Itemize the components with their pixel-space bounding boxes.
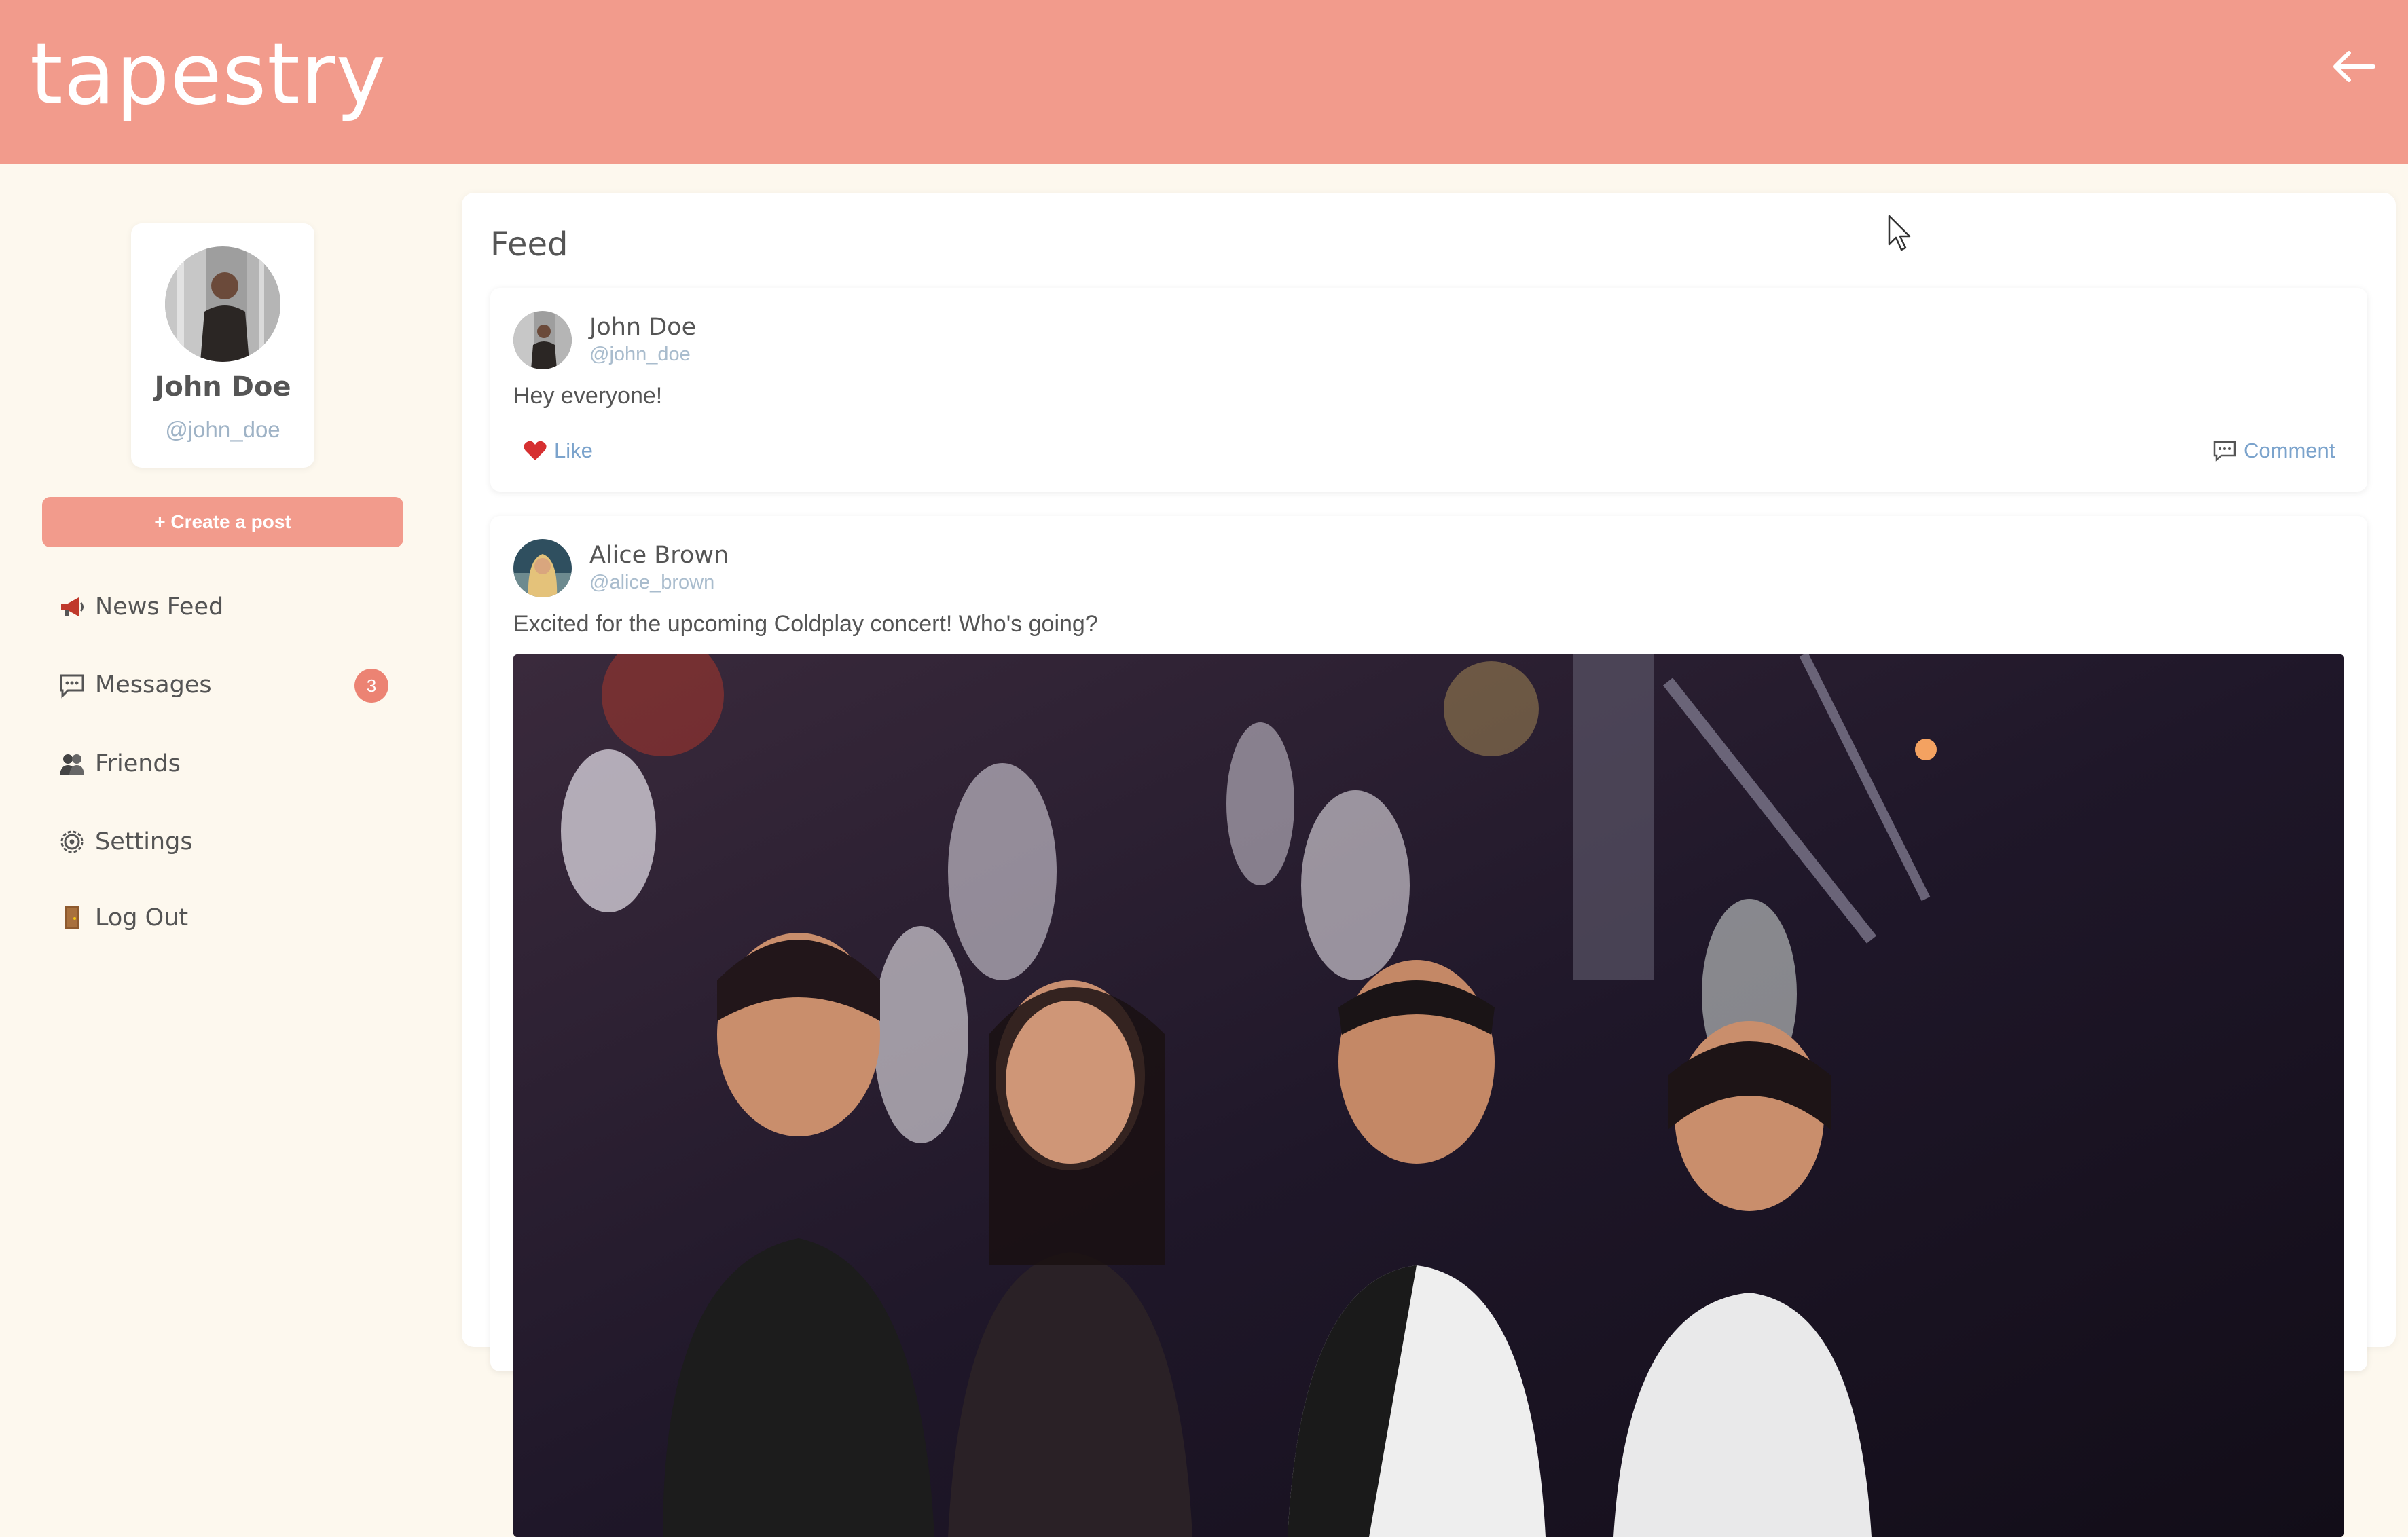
sidebar-item-label: Log Out (95, 904, 189, 931)
app-logo[interactable]: tapestry (30, 20, 386, 129)
speech-bubble-icon (2213, 441, 2236, 462)
sidebar-item-label: Settings (95, 828, 193, 855)
sidebar-item-settings[interactable]: Settings (57, 821, 397, 862)
create-post-button[interactable]: + Create a post (42, 497, 403, 547)
sidebar-item-label: News Feed (95, 593, 224, 621)
page-title: Feed (490, 225, 568, 263)
top-bar: tapestry (0, 0, 2408, 164)
avatar[interactable] (165, 246, 280, 362)
profile-name[interactable]: John Doe (131, 371, 314, 403)
back-button[interactable] (2326, 39, 2380, 94)
profile-handle: @john_doe (165, 417, 280, 442)
gear-icon (57, 827, 87, 857)
like-label: Like (554, 439, 593, 462)
heart-icon (524, 441, 547, 460)
arrow-left-icon (2333, 51, 2375, 82)
post-handle: @alice_brown (589, 572, 715, 593)
post-card: Alice Brown @alice_brown Excited for the… (490, 516, 2367, 1537)
people-icon (57, 749, 87, 779)
post-card: John Doe @john_doe Hey everyone! Like Co… (490, 288, 2367, 492)
post-text: Excited for the upcoming Coldplay concer… (513, 611, 1098, 637)
comment-button[interactable]: Comment (2212, 439, 2335, 463)
mouse-cursor-icon (1888, 215, 1911, 251)
sidebar-item-news-feed[interactable]: News Feed (57, 587, 397, 627)
post-author[interactable]: Alice Brown (589, 542, 729, 569)
avatar[interactable] (513, 311, 572, 369)
sidebar-item-label: Messages (95, 671, 212, 699)
comment-label: Comment (2244, 439, 2335, 462)
megaphone-icon (57, 592, 87, 622)
avatar[interactable] (513, 539, 572, 597)
post-image[interactable] (513, 654, 2344, 1537)
door-icon (57, 903, 87, 933)
unread-badge: 3 (354, 669, 388, 703)
feed-panel: Feed John Doe @john_doe Hey everyone! Li… (462, 193, 2396, 1537)
profile-card: John Doe @john_doe (131, 223, 314, 468)
sidebar-item-log-out[interactable]: Log Out (57, 897, 397, 938)
post-handle: @john_doe (589, 344, 691, 365)
speech-bubble-icon (57, 670, 87, 700)
sidebar-item-friends[interactable]: Friends (57, 743, 397, 784)
sidebar-item-label: Friends (95, 750, 181, 777)
sidebar-item-messages[interactable]: Messages 3 (57, 665, 397, 705)
post-author[interactable]: John Doe (589, 314, 696, 341)
post-text: Hey everyone! (513, 383, 663, 409)
like-button[interactable]: Like (523, 439, 593, 463)
